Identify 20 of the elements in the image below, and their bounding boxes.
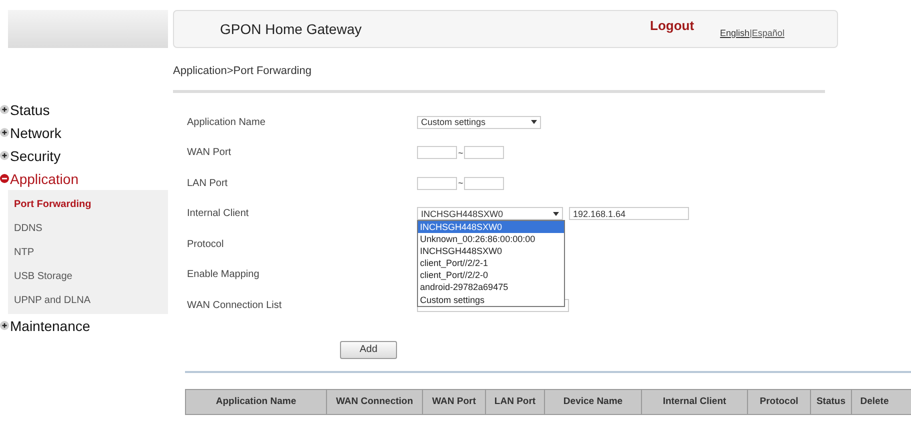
field-label: WAN Connection List bbox=[187, 300, 283, 311]
range-separator: ~ bbox=[458, 178, 464, 188]
field-label: Application Name bbox=[187, 116, 266, 128]
range-separator: ~ bbox=[458, 148, 464, 158]
column-header: LAN Port bbox=[486, 390, 545, 414]
column-header: WAN Connection bbox=[327, 390, 423, 414]
breadcrumb: Application>Port Forwarding bbox=[173, 65, 312, 77]
column-header: WAN Port bbox=[423, 390, 486, 414]
column-header: Status bbox=[811, 390, 852, 414]
column-header: Internal Client bbox=[642, 390, 748, 414]
column-header: Application Name bbox=[186, 390, 327, 414]
app-title: GPON Home Gateway bbox=[220, 21, 363, 37]
column-header: Device Name bbox=[545, 390, 642, 414]
field-label: Protocol bbox=[187, 238, 225, 250]
field-label: Internal Client bbox=[187, 208, 250, 220]
field-label: Enable Mapping bbox=[187, 269, 260, 280]
column-header: Protocol bbox=[748, 390, 811, 414]
column-header: Delete bbox=[859, 395, 890, 409]
field-label: WAN Port bbox=[187, 147, 232, 158]
field-label: LAN Port bbox=[187, 178, 229, 189]
